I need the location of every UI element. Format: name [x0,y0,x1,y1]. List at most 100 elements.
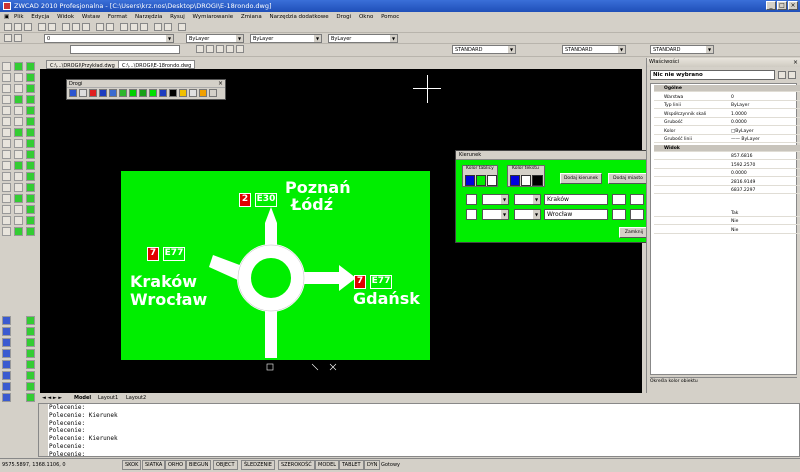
snap-table-icon[interactable] [26,216,35,225]
modify-point-icon[interactable] [14,183,23,192]
snap-polyline-icon[interactable] [26,84,35,93]
property-row[interactable]: Współczynnik skali 1.0000 [654,111,800,118]
snap-arc-icon[interactable] [26,117,35,126]
row1-arrow-box[interactable] [466,194,477,205]
circle-icon[interactable] [2,128,11,137]
modify-polygon-icon[interactable] [14,95,23,104]
zamknij-button[interactable]: Zamknij [619,227,649,238]
modify-text-icon[interactable] [14,227,23,236]
text-color-blue-swatch[interactable] [510,175,520,186]
road-tool-3-icon[interactable] [2,349,11,358]
dim-radius-icon[interactable] [216,45,224,53]
property-row[interactable]: Ogólne [654,85,800,92]
snap-block-icon[interactable] [26,172,35,181]
snap-region-icon[interactable] [26,205,35,214]
row1-route-dropdown[interactable]: ▼ [482,194,509,205]
design-center-icon[interactable] [164,23,172,31]
snap-hatch-icon[interactable] [26,194,35,203]
property-row[interactable]: Tak [654,210,800,217]
modify-ellipse-icon[interactable] [14,161,23,170]
selection-combo[interactable]: Nic nie wybrano [650,70,775,80]
minimize-button[interactable]: _ [766,1,776,10]
row1-number-dropdown[interactable]: ▼ [514,194,541,205]
road-sign-e14-icon[interactable] [199,89,207,97]
property-row[interactable]: 0.0000 [654,170,800,177]
rectangle-icon[interactable] [2,106,11,115]
road-tool-5-icon[interactable] [2,371,11,380]
model-toggle[interactable]: MODEL [315,460,340,470]
modify-ray-icon[interactable] [14,73,23,82]
road-tool-6-icon[interactable] [2,382,11,391]
ortho-toggle[interactable]: ORHO [165,460,187,470]
spline-icon[interactable] [2,150,11,159]
text-color-white-swatch[interactable] [521,175,531,186]
text-input-combo[interactable] [70,45,180,54]
tab-layout2[interactable]: Layout2 [126,393,146,403]
road-tool-settings-icon[interactable] [209,89,217,97]
snap-cloud-icon[interactable] [26,139,35,148]
property-row[interactable]: Widok [654,144,800,152]
property-row[interactable]: Typ linii ByLayer [654,102,800,109]
property-row[interactable]: 857.6816 [654,153,800,160]
modify-table-icon[interactable] [14,216,23,225]
road-snap-4-icon[interactable] [26,360,35,369]
road-sign-e4-icon[interactable] [99,89,107,97]
row1-opt2-box[interactable] [630,194,644,205]
layer-combo[interactable]: 0 ▼ [44,34,174,43]
snap-rectangle-icon[interactable] [26,106,35,115]
menu-wstaw[interactable]: Wstaw [82,12,100,22]
snap-ray-icon[interactable] [26,73,35,82]
road-sign-e10-icon[interactable] [159,89,167,97]
text-color-black-swatch[interactable] [532,175,543,186]
property-row[interactable]: Grubość linii —— ByLayer [654,136,800,143]
snap-point-icon[interactable] [26,183,35,192]
road-tool-1-icon[interactable] [2,327,11,336]
modify-block-icon[interactable] [14,172,23,181]
board-color-green-swatch[interactable] [476,175,486,186]
road-sign-e8-icon[interactable] [139,89,147,97]
property-row[interactable]: Nie [654,227,800,234]
ray-icon[interactable] [2,73,11,82]
menu-edycja[interactable]: Edycja [31,12,49,22]
menu-wymiarowanie[interactable]: Wymiarowanie [193,12,234,22]
snap-polygon-icon[interactable] [26,95,35,104]
road-sign-e2-icon[interactable] [79,89,87,97]
paste-icon[interactable] [82,23,90,31]
road-sign-e9-icon[interactable] [149,89,157,97]
modify-hatch-icon[interactable] [14,194,23,203]
hatch-icon[interactable] [2,194,11,203]
tab-model[interactable]: Model [74,393,91,403]
snap-text-icon[interactable] [26,227,35,236]
property-row[interactable]: Grubość 0.0000 [654,119,800,126]
copy-icon[interactable] [72,23,80,31]
quick-select-icon[interactable] [778,71,786,79]
open-icon[interactable] [14,23,22,31]
road-sign-e5-icon[interactable] [109,89,117,97]
menu-narzedzia-dodatkowe[interactable]: Narzędzia dodatkowe [270,12,329,22]
road-sign-e3-icon[interactable] [89,89,97,97]
menu-okno[interactable]: Okno [359,12,373,22]
road-sign-e6-icon[interactable] [119,89,127,97]
select-objects-icon[interactable] [788,71,796,79]
modify-arc-icon[interactable] [14,117,23,126]
property-row[interactable]: 2816.9149 [654,179,800,186]
dyn-toggle[interactable]: DYN [364,460,381,470]
road-sign-e7-icon[interactable] [129,89,137,97]
row2-opt1-box[interactable] [612,209,626,220]
modify-circle-icon[interactable] [14,128,23,137]
table-style-combo[interactable]: STANDARD ▼ [650,45,714,54]
dim-linear-icon[interactable] [196,45,204,53]
table-icon[interactable] [2,216,11,225]
text-style-combo[interactable]: STANDARD ▼ [452,45,516,54]
grid-toggle[interactable]: SIATKA [142,460,166,470]
road-tool-4-icon[interactable] [2,360,11,369]
cut-icon[interactable] [62,23,70,31]
row1-opt1-box[interactable] [612,194,626,205]
road-tool-7-icon[interactable] [2,393,11,402]
doc-menu-icon[interactable]: ▣ [4,12,9,22]
linetype-combo[interactable]: ByLayer ▼ [250,34,322,43]
tablet-toggle[interactable]: TABLET [339,460,364,470]
help-icon[interactable] [178,23,186,31]
cloud-icon[interactable] [2,139,11,148]
board-color-white-swatch[interactable] [487,175,497,186]
